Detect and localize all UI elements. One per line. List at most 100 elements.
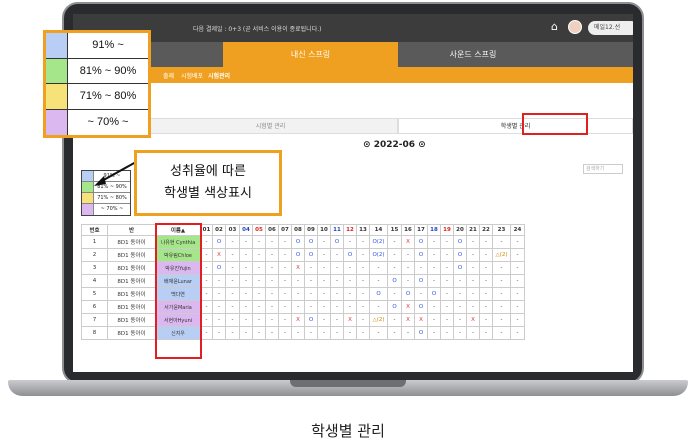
attendance-mark[interactable]: - [510, 313, 525, 327]
attendance-mark[interactable]: - [343, 287, 357, 301]
attendance-mark[interactable]: - [317, 261, 331, 275]
attendance-mark[interactable]: - [200, 313, 213, 327]
attendance-mark[interactable]: - [330, 300, 344, 314]
attendance-mark[interactable]: - [440, 248, 454, 262]
attendance-mark[interactable]: - [330, 326, 344, 340]
attendance-mark[interactable]: - [479, 287, 493, 301]
attendance-mark[interactable]: - [479, 274, 493, 288]
attendance-mark[interactable]: - [510, 235, 525, 249]
attendance-mark[interactable]: - [200, 326, 213, 340]
attendance-mark[interactable]: O [291, 248, 305, 262]
attendance-mark[interactable]: O [453, 248, 467, 262]
attendance-mark[interactable]: - [239, 300, 253, 314]
attendance-mark[interactable]: - [427, 261, 441, 275]
attendance-mark[interactable]: - [453, 300, 467, 314]
attendance-mark[interactable]: - [466, 261, 480, 275]
attendance-mark[interactable]: - [369, 274, 388, 288]
attendance-mark[interactable]: - [466, 248, 480, 262]
attendance-mark[interactable]: X [401, 235, 415, 249]
attendance-mark[interactable]: O(2) [369, 248, 388, 262]
attendance-mark[interactable]: - [252, 326, 266, 340]
attendance-mark[interactable]: - [387, 235, 402, 249]
attendance-mark[interactable]: - [225, 313, 240, 327]
attendance-mark[interactable]: - [479, 326, 493, 340]
attendance-mark[interactable]: - [317, 300, 331, 314]
attendance-mark[interactable]: - [492, 287, 511, 301]
user-menu[interactable]: 메일12.선 [588, 21, 633, 35]
attendance-mark[interactable]: O [453, 235, 467, 249]
attendance-mark[interactable]: △(2) [492, 248, 511, 262]
attendance-mark[interactable]: - [356, 287, 370, 301]
attendance-mark[interactable]: - [252, 313, 266, 327]
attendance-mark[interactable]: - [225, 248, 240, 262]
avatar[interactable] [568, 20, 582, 34]
attendance-mark[interactable]: O [291, 235, 305, 249]
attendance-mark[interactable]: - [343, 274, 357, 288]
attendance-mark[interactable]: - [200, 235, 213, 249]
attendance-mark[interactable]: - [492, 235, 511, 249]
attendance-mark[interactable]: - [356, 313, 370, 327]
attendance-mark[interactable]: - [466, 287, 480, 301]
attendance-mark[interactable]: - [492, 261, 511, 275]
attendance-mark[interactable]: - [330, 261, 344, 275]
attendance-mark[interactable]: - [356, 274, 370, 288]
attendance-mark[interactable]: - [479, 261, 493, 275]
attendance-mark[interactable]: - [225, 274, 240, 288]
attendance-mark[interactable]: - [278, 300, 292, 314]
attendance-mark[interactable]: - [453, 287, 467, 301]
attendance-mark[interactable]: - [212, 326, 226, 340]
attendance-mark[interactable]: - [304, 274, 318, 288]
attendance-mark[interactable]: - [440, 326, 454, 340]
attendance-mark[interactable]: X [414, 313, 428, 327]
attendance-mark[interactable]: - [225, 235, 240, 249]
attendance-mark[interactable]: - [212, 274, 226, 288]
attendance-mark[interactable]: - [252, 261, 266, 275]
attendance-mark[interactable]: - [356, 248, 370, 262]
attendance-mark[interactable]: - [200, 248, 213, 262]
subnav-distribute[interactable]: 시험배포 [181, 71, 203, 80]
attendance-mark[interactable]: - [278, 274, 292, 288]
attendance-mark[interactable]: - [265, 235, 279, 249]
attendance-mark[interactable]: - [317, 287, 331, 301]
attendance-mark[interactable]: O [212, 261, 226, 275]
attendance-mark[interactable]: O [304, 235, 318, 249]
attendance-mark[interactable]: - [427, 274, 441, 288]
attendance-mark[interactable]: - [427, 235, 441, 249]
attendance-mark[interactable]: - [317, 274, 331, 288]
attendance-mark[interactable]: X [343, 313, 357, 327]
home-icon[interactable]: ⌂ [551, 21, 563, 33]
attendance-mark[interactable]: - [466, 326, 480, 340]
attendance-mark[interactable]: - [265, 274, 279, 288]
attendance-mark[interactable]: - [414, 261, 428, 275]
attendance-mark[interactable]: - [304, 326, 318, 340]
attendance-mark[interactable]: - [510, 274, 525, 288]
attendance-mark[interactable]: - [291, 300, 305, 314]
attendance-mark[interactable]: - [225, 261, 240, 275]
attendance-mark[interactable]: - [492, 300, 511, 314]
attendance-mark[interactable]: - [265, 313, 279, 327]
tab-sound-spring[interactable]: 사운드 스프링 [398, 42, 548, 67]
attendance-mark[interactable]: - [369, 261, 388, 275]
attendance-mark[interactable]: X [291, 261, 305, 275]
attendance-mark[interactable]: - [510, 261, 525, 275]
attendance-mark[interactable]: - [401, 326, 415, 340]
attendance-mark[interactable]: - [252, 274, 266, 288]
attendance-mark[interactable]: - [401, 248, 415, 262]
attendance-mark[interactable]: - [239, 248, 253, 262]
attendance-mark[interactable]: O [414, 300, 428, 314]
attendance-mark[interactable]: - [427, 326, 441, 340]
attendance-mark[interactable]: - [356, 300, 370, 314]
attendance-mark[interactable]: O(2) [369, 235, 388, 249]
attendance-mark[interactable]: - [239, 326, 253, 340]
attendance-mark[interactable]: - [479, 235, 493, 249]
attendance-mark[interactable]: X [466, 313, 480, 327]
attendance-mark[interactable]: O [212, 235, 226, 249]
attendance-mark[interactable]: O [414, 274, 428, 288]
attendance-mark[interactable]: - [510, 326, 525, 340]
attendance-mark[interactable]: △(2) [369, 313, 388, 327]
attendance-mark[interactable]: - [466, 274, 480, 288]
attendance-mark[interactable]: - [387, 248, 402, 262]
attendance-mark[interactable]: - [369, 326, 388, 340]
attendance-mark[interactable]: - [440, 313, 454, 327]
attendance-mark[interactable]: - [510, 300, 525, 314]
